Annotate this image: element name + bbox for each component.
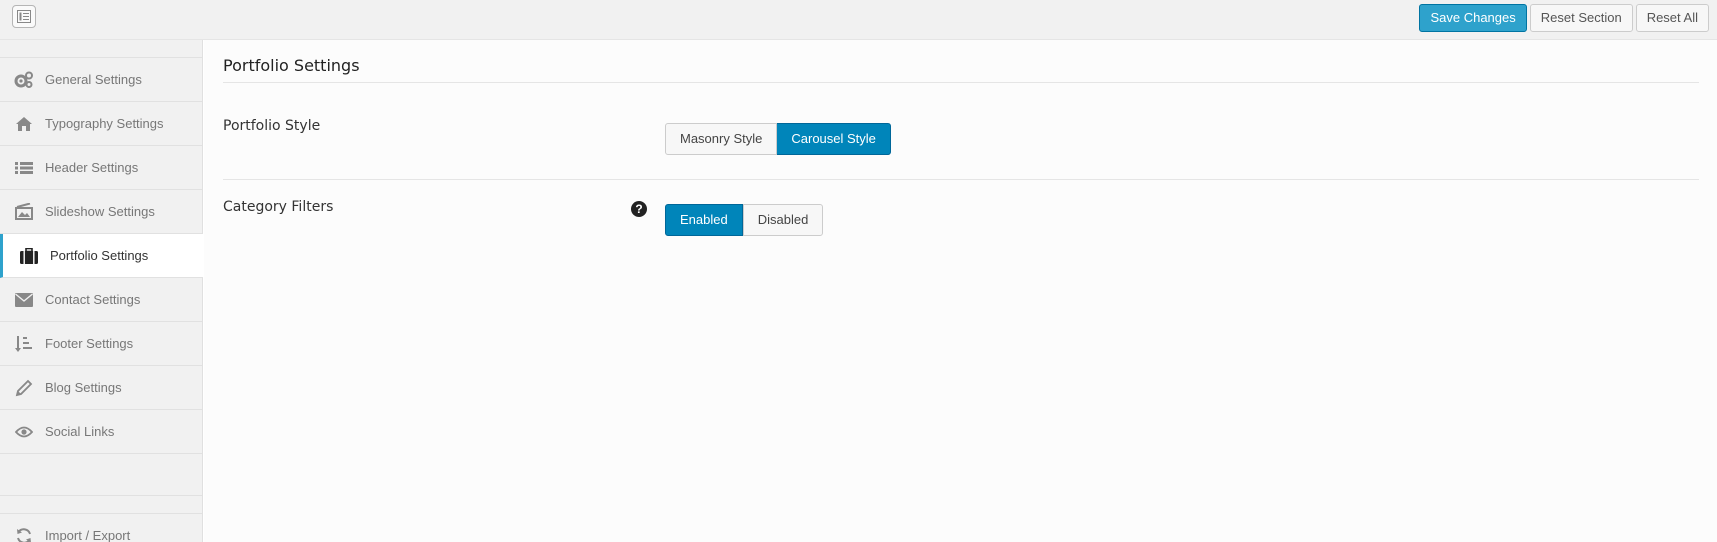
sidebar-item-header[interactable]: Header Settings [0,146,202,190]
sidebar-divider [0,496,202,514]
sidebar: General Settings Typography Settings Hea… [0,40,203,542]
refresh-icon [14,526,34,542]
carousel-style-option[interactable]: Carousel Style [777,123,891,155]
sidebar-item-social[interactable]: Social Links [0,410,202,454]
sidebar-item-footer[interactable]: Footer Settings [0,322,202,366]
sidebar-item-portfolio[interactable]: Portfolio Settings [0,234,203,278]
portfolio-style-toggle: Masonry Style Carousel Style [665,123,891,155]
sidebar-item-label: Import / Export [45,528,131,542]
sidebar-divider [0,454,202,496]
sidebar-item-label: Header Settings [45,160,139,175]
sidebar-item-label: Footer Settings [45,336,134,351]
sidebar-item-label: General Settings [45,72,142,87]
gears-icon [14,70,34,90]
reset-section-button[interactable]: Reset Section [1529,4,1633,32]
pencil-icon [14,378,34,398]
sidebar-item-blog[interactable]: Blog Settings [0,366,202,410]
sidebar-item-import-export[interactable]: Import / Export [0,514,202,542]
briefcase-icon [19,246,39,266]
slideshow-icon [14,202,34,222]
envelope-icon [14,290,34,310]
home-icon [14,114,34,134]
sidebar-item-label: Contact Settings [45,292,141,307]
eye-icon [14,422,34,442]
sidebar-divider [0,40,202,58]
category-filters-label: Category Filters [223,199,334,215]
sidebar-item-label: Portfolio Settings [50,248,149,263]
divider [223,82,1699,83]
sidebar-item-label: Blog Settings [45,380,122,395]
page-title: Portfolio Settings [223,56,360,75]
save-changes-button[interactable]: Save Changes [1419,4,1527,32]
top-bar: Save Changes Reset Section Reset All [0,0,1717,40]
reset-all-button[interactable]: Reset All [1635,4,1709,32]
sidebar-item-label: Social Links [45,424,115,439]
sidebar-item-slideshow[interactable]: Slideshow Settings [0,190,202,234]
divider [223,179,1699,180]
sidebar-item-general[interactable]: General Settings [0,58,202,102]
panel-logo-icon [12,5,36,28]
disabled-option[interactable]: Disabled [742,204,824,236]
sidebar-item-typography[interactable]: Typography Settings [0,102,202,146]
sidebar-item-label: Typography Settings [45,116,164,131]
toolbar-actions: Save Changes Reset Section Reset All [1419,4,1709,32]
enabled-option[interactable]: Enabled [665,204,743,236]
category-filters-toggle: Enabled Disabled [665,204,824,236]
sidebar-item-label: Slideshow Settings [45,204,155,219]
settings-panel: Portfolio Settings Portfolio Style Mason… [204,40,1717,542]
sort-list-icon [14,334,34,354]
masonry-style-option[interactable]: Masonry Style [665,123,778,155]
portfolio-style-label: Portfolio Style [223,118,321,134]
list-icon [14,158,34,178]
sidebar-item-contact[interactable]: Contact Settings [0,278,202,322]
help-icon[interactable]: ? [631,201,647,217]
